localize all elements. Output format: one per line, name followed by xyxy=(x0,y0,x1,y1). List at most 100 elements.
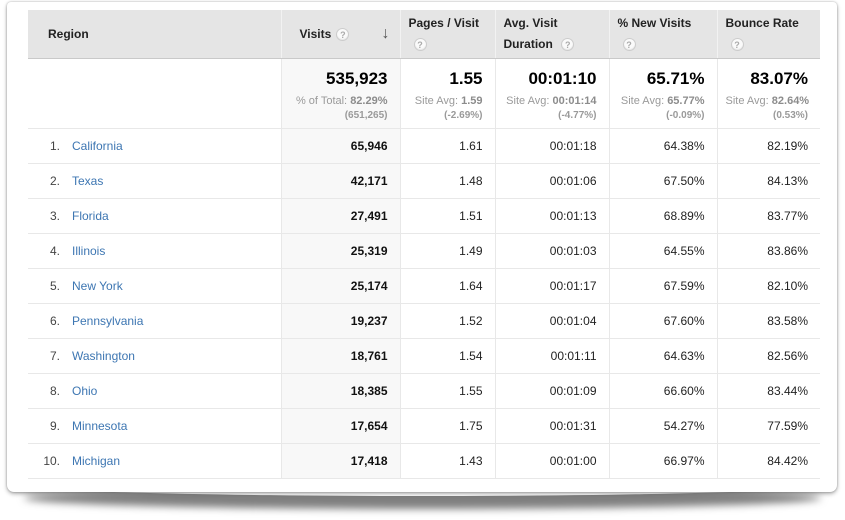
row-rank: 5. xyxy=(38,279,60,293)
report-card: Region Visits? ↓ Pages / Visit ? Avg. Vi… xyxy=(7,2,837,492)
column-label: Pages / Visit xyxy=(409,16,479,30)
region-cell: 9. Minnesota xyxy=(28,408,281,443)
column-header-pct-new-visits[interactable]: % New Visits ? xyxy=(609,10,717,58)
pages-per-visit-cell: 1.54 xyxy=(400,338,495,373)
summary-sub-value: 65.77% xyxy=(667,95,704,107)
sort-descending-icon[interactable]: ↓ xyxy=(382,25,390,43)
region-cell: 8. Ohio xyxy=(28,373,281,408)
bounce-rate-cell: 84.42% xyxy=(717,443,820,478)
row-rank: 9. xyxy=(38,419,60,433)
region-link[interactable]: Illinois xyxy=(72,244,105,258)
column-label: Avg. Visit Duration xyxy=(504,16,558,50)
row-rank: 10. xyxy=(38,454,60,468)
help-icon[interactable]: ? xyxy=(414,38,427,51)
region-link[interactable]: Washington xyxy=(72,349,135,363)
screenshot-stage: Region Visits? ↓ Pages / Visit ? Avg. Vi… xyxy=(0,0,845,520)
summary-pages-per-visit-cell: 1.55 Site Avg: 1.59 (-2.69%) xyxy=(400,58,495,128)
column-header-visits[interactable]: Visits? ↓ xyxy=(281,10,400,58)
summary-sub-value: 1.59 xyxy=(461,95,482,107)
region-cell: 4.Illinois xyxy=(28,233,281,268)
bounce-rate-cell: 83.44% xyxy=(717,373,820,408)
region-link[interactable]: California xyxy=(72,139,123,153)
visits-cell: 17,654 xyxy=(281,408,400,443)
region-cell: 1. California xyxy=(28,128,281,163)
table-row: 7.Washington 18,761 1.54 00:01:11 64.63%… xyxy=(28,338,820,373)
visits-cell: 18,761 xyxy=(281,338,400,373)
table-row: 10.Michigan 17,418 1.43 00:01:00 66.97% … xyxy=(28,443,820,478)
help-icon[interactable]: ? xyxy=(336,28,349,41)
pct-new-visits-cell: 67.59% xyxy=(609,268,717,303)
region-cell: 3.Florida xyxy=(28,198,281,233)
avg-visit-duration-cell: 00:01:00 xyxy=(495,443,609,478)
bounce-rate-cell: 83.77% xyxy=(717,198,820,233)
help-icon[interactable]: ? xyxy=(731,38,744,51)
bounce-rate-cell: 83.58% xyxy=(717,303,820,338)
summary-pct-new-visits-cell: 65.71% Site Avg: 65.77% (-0.09%) xyxy=(609,58,717,128)
table-body: 1.California 65,946 1.61 00:01:18 64.38%… xyxy=(28,128,820,478)
help-icon[interactable]: ? xyxy=(623,38,636,51)
row-rank: 2. xyxy=(38,174,60,188)
summary-sub-detail: (-2.69%) xyxy=(409,109,483,122)
pct-new-visits-cell: 67.50% xyxy=(609,163,717,198)
pages-per-visit-cell: 1.51 xyxy=(400,198,495,233)
column-label: Bounce Rate xyxy=(726,16,799,30)
summary-sub-detail: (651,265) xyxy=(290,109,388,122)
pages-per-visit-cell: 1.48 xyxy=(400,163,495,198)
pct-new-visits-cell: 68.89% xyxy=(609,198,717,233)
avg-visit-duration-cell: 00:01:04 xyxy=(495,303,609,338)
table-row: 9.Minnesota 17,654 1.75 00:01:31 54.27% … xyxy=(28,408,820,443)
region-cell: 5. New York xyxy=(28,268,281,303)
summary-row: 535,923 % of Total: 82.29% (651,265) 1.5… xyxy=(28,58,820,128)
visits-cell: 27,491 xyxy=(281,198,400,233)
summary-sub-label: Site Avg: xyxy=(726,95,769,107)
pct-new-visits-cell: 66.60% xyxy=(609,373,717,408)
region-link[interactable]: Ohio xyxy=(72,384,97,398)
pct-new-visits-cell: 64.38% xyxy=(609,128,717,163)
column-header-region[interactable]: Region xyxy=(28,10,281,58)
summary-value: 1.55 xyxy=(409,68,483,90)
summary-region-cell xyxy=(28,58,281,128)
pages-per-visit-cell: 1.75 xyxy=(400,408,495,443)
pct-new-visits-cell: 54.27% xyxy=(609,408,717,443)
avg-visit-duration-cell: 00:01:13 xyxy=(495,198,609,233)
region-link[interactable]: Texas xyxy=(72,174,103,188)
column-label: Region xyxy=(48,27,89,41)
column-header-avg-visit-duration[interactable]: Avg. Visit Duration ? xyxy=(495,10,609,58)
bounce-rate-cell: 82.10% xyxy=(717,268,820,303)
summary-sub-detail: (-4.77%) xyxy=(504,109,597,122)
table-row: 1.California 65,946 1.61 00:01:18 64.38%… xyxy=(28,128,820,163)
region-link[interactable]: Michigan xyxy=(72,454,120,468)
summary-sub-label: Site Avg: xyxy=(621,95,664,107)
summary-value: 00:01:10 xyxy=(504,68,597,90)
avg-visit-duration-cell: 00:01:11 xyxy=(495,338,609,373)
region-link[interactable]: Pennsylvania xyxy=(72,314,143,328)
summary-sub-detail: (0.53%) xyxy=(726,109,809,122)
avg-visit-duration-cell: 00:01:09 xyxy=(495,373,609,408)
summary-value: 535,923 xyxy=(290,68,388,90)
pages-per-visit-cell: 1.49 xyxy=(400,233,495,268)
pct-new-visits-cell: 64.55% xyxy=(609,233,717,268)
row-rank: 8. xyxy=(38,384,60,398)
table-row: 2.Texas 42,171 1.48 00:01:06 67.50% 84.1… xyxy=(28,163,820,198)
row-rank: 6. xyxy=(38,314,60,328)
region-cell: 7.Washington xyxy=(28,338,281,373)
pages-per-visit-cell: 1.52 xyxy=(400,303,495,338)
table-header-row: Region Visits? ↓ Pages / Visit ? Avg. Vi… xyxy=(28,10,820,58)
help-icon[interactable]: ? xyxy=(561,38,574,51)
column-header-pages-per-visit[interactable]: Pages / Visit ? xyxy=(400,10,495,58)
region-link[interactable]: New York xyxy=(72,279,123,293)
region-link[interactable]: Florida xyxy=(72,209,109,223)
row-rank: 1. xyxy=(38,139,60,153)
bounce-rate-cell: 77.59% xyxy=(717,408,820,443)
column-label: Visits xyxy=(300,27,332,41)
summary-visits-cell: 535,923 % of Total: 82.29% (651,265) xyxy=(281,58,400,128)
region-link[interactable]: Minnesota xyxy=(72,419,127,433)
table-row: 5.New York 25,174 1.64 00:01:17 67.59% 8… xyxy=(28,268,820,303)
avg-visit-duration-cell: 00:01:06 xyxy=(495,163,609,198)
column-header-bounce-rate[interactable]: Bounce Rate ? xyxy=(717,10,820,58)
region-cell: 6. Pennsylvania xyxy=(28,303,281,338)
table-row: 3.Florida 27,491 1.51 00:01:13 68.89% 83… xyxy=(28,198,820,233)
pages-per-visit-cell: 1.55 xyxy=(400,373,495,408)
summary-value: 65.71% xyxy=(618,68,705,90)
avg-visit-duration-cell: 00:01:18 xyxy=(495,128,609,163)
